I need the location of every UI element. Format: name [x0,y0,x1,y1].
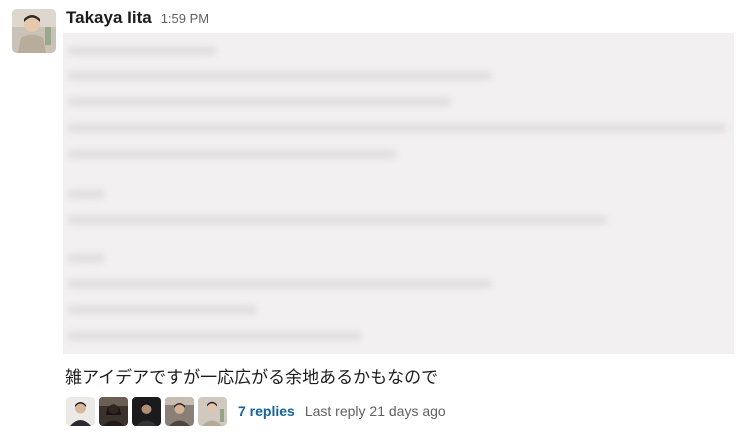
participant-avatar-2[interactable] [99,396,128,426]
sender-avatar[interactable] [12,9,56,53]
user-avatar-icon [99,396,128,426]
message-timestamp[interactable]: 1:59 PM [161,11,209,26]
user-avatar-icon [132,396,161,426]
user-avatar-icon [165,396,194,426]
thread-last-reply-time: Last reply 21 days ago [304,403,446,419]
message-header: Takaya Iita 1:59 PM [66,8,209,32]
user-avatar-icon [198,396,227,426]
participant-avatar-3[interactable] [132,396,161,426]
thread-participant-avatars [66,396,231,426]
message-item: Takaya Iita 1:59 PM 雑アイデアですが一応広がる余地あるかもな… [0,0,756,442]
thread-summary[interactable]: 7 replies Last reply 21 days ago [66,395,446,427]
thread-reply-count-link[interactable]: 7 replies [238,403,295,419]
sender-name[interactable]: Takaya Iita [66,8,152,28]
redacted-message-content [63,33,734,354]
message-body-text: 雑アイデアですが一応広がる余地あるかもなので [65,368,439,387]
user-photo-avatar-icon [12,9,56,53]
user-avatar-icon [66,396,95,426]
participant-avatar-1[interactable] [66,396,95,426]
participant-avatar-5[interactable] [198,396,227,426]
participant-avatar-4[interactable] [165,396,194,426]
